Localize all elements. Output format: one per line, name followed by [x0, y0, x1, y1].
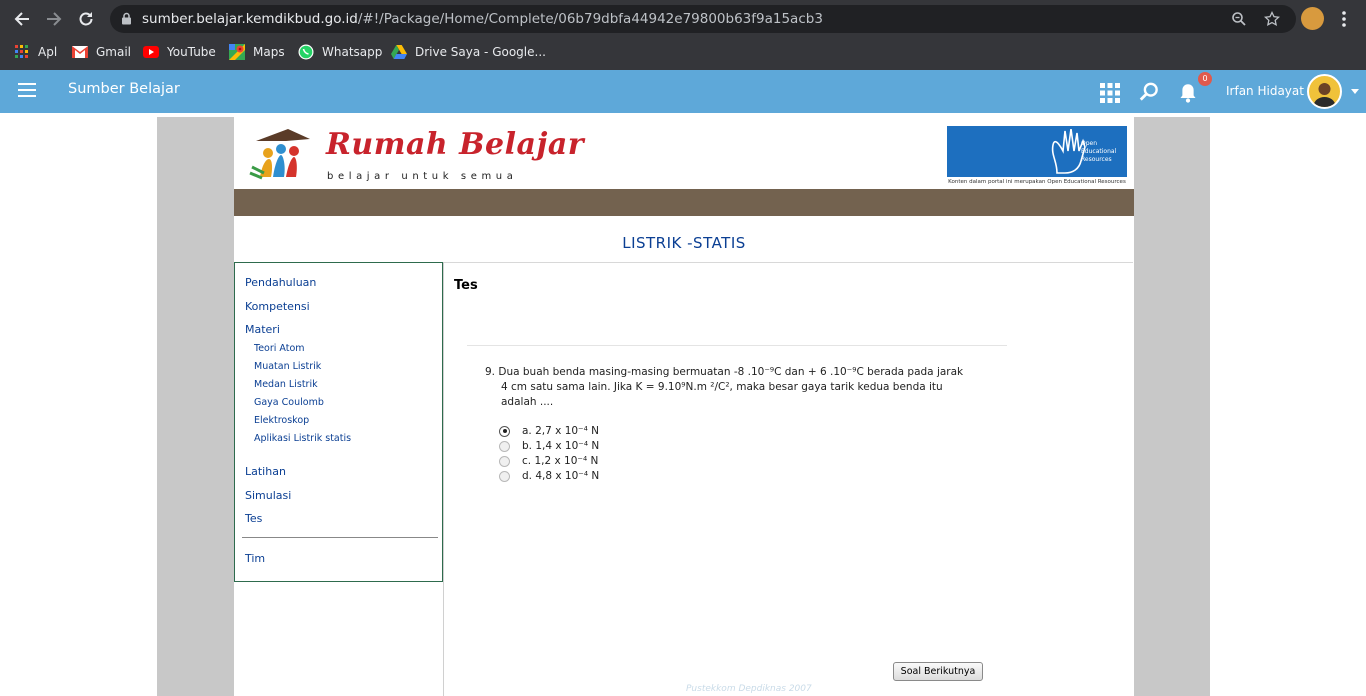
bookmarks-bar: Apl Gmail YouTube Maps Whatsapp Drive Sa… — [0, 38, 1366, 66]
answer-option-d[interactable]: d. 4,8 x 10⁻⁴ N — [499, 470, 599, 482]
nav-subitem-elektroskop[interactable]: Elektroskop — [254, 415, 309, 426]
next-question-button[interactable]: Soal Berikutnya — [893, 662, 983, 681]
bookmark-gmail[interactable]: Gmail — [72, 42, 131, 62]
bookmark-drive[interactable]: Drive Saya - Google... — [391, 42, 546, 62]
lesson-page: Rumah Belajar belajar untuk semua Open E… — [234, 117, 1134, 696]
question-line: 9. Dua buah benda masing-masing bermuata… — [485, 366, 964, 378]
bookmark-label: Gmail — [96, 45, 132, 59]
nav-subitem-medan-listrik[interactable]: Medan Listrik — [254, 379, 318, 390]
answer-option-b[interactable]: b. 1,4 x 10⁻⁴ N — [499, 440, 599, 452]
page-margin-left — [157, 117, 234, 696]
radio-button-selected[interactable] — [499, 425, 510, 437]
notification-bell-icon[interactable] — [1178, 83, 1198, 103]
page-margin-right — [1134, 117, 1210, 696]
answer-label: b. 1,4 x 10⁻⁴ N — [522, 440, 600, 452]
bookmark-label: Whatsapp — [322, 45, 383, 59]
notification-badge: 0 — [1198, 72, 1212, 86]
zoom-icon[interactable] — [1231, 11, 1247, 27]
nav-column-divider — [443, 262, 444, 696]
bookmark-star-icon[interactable] — [1264, 11, 1280, 27]
nav-item-materi[interactable]: Materi — [245, 323, 280, 336]
search-icon[interactable] — [1139, 82, 1159, 102]
bookmark-youtube[interactable]: YouTube — [143, 42, 216, 62]
answer-option-c[interactable]: c. 1,2 x 10⁻⁴ N — [499, 455, 598, 467]
brand-tagline: belajar untuk semua — [327, 171, 518, 182]
nav-subitem-teori-atom[interactable]: Teori Atom — [254, 343, 305, 354]
gmail-icon — [72, 44, 88, 60]
whatsapp-icon — [298, 44, 314, 60]
url-text: sumber.belajar.kemdikbud.go.id/#!/Packag… — [142, 11, 823, 27]
nav-item-kompetensi[interactable]: Kompetensi — [245, 300, 310, 313]
rumah-belajar-logo — [249, 129, 310, 180]
question-text: 9. Dua buah benda masing-masing bermuata… — [485, 365, 985, 410]
nav-item-tes[interactable]: Tes — [245, 512, 262, 525]
question-line: adalah .... — [501, 396, 554, 408]
address-bar[interactable]: sumber.belajar.kemdikbud.go.id/#!/Packag… — [110, 5, 1296, 33]
apps-grid-icon — [14, 44, 30, 60]
radio-button[interactable] — [499, 440, 510, 452]
google-drive-icon — [391, 44, 407, 60]
browser-menu-icon[interactable] — [1340, 10, 1348, 28]
nav-divider — [242, 537, 438, 538]
nav-subitem-aplikasi-listrik-statis[interactable]: Aplikasi Listrik statis — [254, 433, 351, 444]
bookmark-apl[interactable]: Apl — [14, 42, 57, 62]
user-name[interactable]: Irfan Hidayat — [1226, 84, 1304, 98]
lock-icon — [122, 12, 131, 25]
question-line: 4 cm satu sama lain. Jika K = 9.10⁹N.m ²… — [501, 381, 943, 393]
bookmark-label: Drive Saya - Google... — [415, 45, 546, 59]
browser-chrome: sumber.belajar.kemdikbud.go.id/#!/Packag… — [0, 0, 1366, 70]
nav-subitem-gaya-coulomb[interactable]: Gaya Coulomb — [254, 397, 324, 408]
oer-badge: Open Educational Resources — [947, 126, 1127, 177]
page-title: LISTRIK -STATIS — [622, 234, 746, 252]
profile-avatar[interactable] — [1301, 7, 1324, 30]
answer-label: a. 2,7 x 10⁻⁴ N — [522, 425, 600, 437]
nav-item-latihan[interactable]: Latihan — [245, 465, 286, 478]
browser-toolbar: sumber.belajar.kemdikbud.go.id/#!/Packag… — [0, 0, 1366, 37]
hamburger-menu-icon[interactable] — [18, 83, 36, 99]
user-avatar[interactable] — [1307, 74, 1342, 109]
brand-title: Rumah Belajar — [326, 127, 585, 162]
youtube-icon — [143, 44, 159, 60]
forward-icon[interactable] — [41, 6, 67, 32]
bookmark-maps[interactable]: Maps — [229, 42, 285, 62]
back-icon[interactable] — [9, 6, 35, 32]
app-header: Sumber Belajar 0 Irfan Hidayat — [0, 70, 1366, 113]
maps-icon — [229, 44, 245, 60]
answer-option-a[interactable]: a. 2,7 x 10⁻⁴ N — [499, 425, 599, 437]
banner: Rumah Belajar belajar untuk semua Open E… — [234, 117, 1134, 189]
nav-item-tim[interactable]: Tim — [245, 552, 265, 565]
nav-item-simulasi[interactable]: Simulasi — [245, 489, 291, 502]
question-divider — [467, 345, 1007, 346]
chevron-down-icon[interactable] — [1351, 89, 1359, 94]
reload-icon[interactable] — [73, 6, 99, 32]
bookmark-label: YouTube — [167, 45, 216, 59]
footer-credit: Pustekkom Depdiknas 2007 — [686, 684, 812, 694]
nav-subitem-muatan-listrik[interactable]: Muatan Listrik — [254, 361, 321, 372]
app-title[interactable]: Sumber Belajar — [68, 81, 180, 97]
banner-strip — [234, 189, 1134, 216]
content-title: Tes — [454, 278, 478, 293]
nav-item-pendahuluan[interactable]: Pendahuluan — [245, 276, 316, 289]
radio-button[interactable] — [499, 455, 510, 467]
bookmark-whatsapp[interactable]: Whatsapp — [298, 42, 382, 62]
answer-label: c. 1,2 x 10⁻⁴ N — [522, 455, 599, 467]
oer-label: Open Educational Resources — [1081, 140, 1117, 163]
oer-caption: Konten dalam portal ini merupakan Open E… — [948, 179, 1126, 185]
radio-button[interactable] — [499, 470, 510, 482]
lesson-nav: Pendahuluan Kompetensi Materi Teori Atom… — [234, 262, 443, 582]
bookmark-label: Maps — [253, 45, 285, 59]
content-divider — [443, 262, 1133, 263]
bookmark-label: Apl — [38, 45, 58, 59]
apps-grid-icon[interactable] — [1100, 83, 1120, 103]
answer-label: d. 4,8 x 10⁻⁴ N — [522, 470, 600, 482]
